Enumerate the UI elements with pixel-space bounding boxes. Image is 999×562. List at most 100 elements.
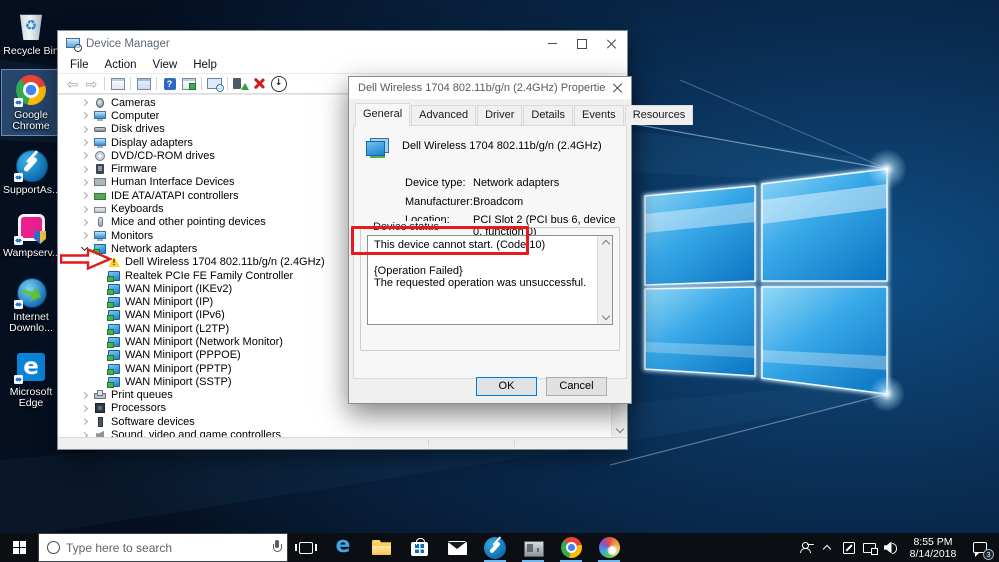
toolbar-button[interactable] — [227, 77, 228, 90]
menu-item[interactable]: Action — [97, 59, 145, 71]
scroll-down-icon[interactable] — [598, 310, 612, 324]
app-icon — [597, 536, 621, 560]
dialog-close-button[interactable] — [605, 77, 631, 99]
desktop-icon[interactable]: Recycle Bin — [2, 6, 60, 60]
device-manager-titlebar[interactable]: Device Manager — [58, 31, 627, 56]
tree-item-label: Network adapters — [111, 242, 198, 255]
search-input[interactable] — [60, 540, 272, 555]
desktop-icon-image — [14, 350, 48, 384]
toolbar-button[interactable] — [82, 75, 101, 92]
microphone-icon[interactable] — [272, 540, 282, 555]
device-manager-icon — [66, 37, 82, 52]
tree-item-label: Cameras — [111, 96, 156, 109]
taskbar-search[interactable] — [38, 533, 288, 562]
shortcut-arrow-icon — [14, 97, 23, 107]
tree-item-label: Print queues — [111, 389, 173, 402]
scroll-down-icon[interactable] — [612, 423, 627, 437]
expand-chevron-icon[interactable] — [80, 138, 90, 148]
device-type-icon — [107, 297, 120, 309]
taskbar-clock[interactable]: 8:55 PM 8/14/2018 — [901, 536, 965, 560]
expand-chevron-icon[interactable] — [80, 177, 90, 187]
toolbar-button[interactable] — [108, 75, 127, 92]
pen-settings-button[interactable] — [838, 533, 859, 562]
cancel-button[interactable]: Cancel — [546, 377, 607, 396]
taskbar-app[interactable] — [438, 533, 476, 562]
menu-item[interactable]: Help — [185, 59, 225, 71]
dialog-tab[interactable]: Advanced — [411, 105, 477, 125]
start-button[interactable] — [0, 533, 38, 562]
expand-chevron-icon[interactable] — [80, 151, 90, 161]
expand-chevron-icon[interactable] — [80, 98, 90, 108]
taskbar-app[interactable] — [552, 533, 590, 562]
shortcut-arrow-icon — [14, 374, 23, 384]
device-type-icon — [94, 177, 106, 187]
toolbar-button[interactable] — [156, 77, 157, 90]
taskbar-app[interactable] — [400, 533, 438, 562]
toolbar-button[interactable] — [269, 75, 288, 92]
dialog-tab[interactable]: Driver — [477, 105, 523, 125]
action-center-button[interactable]: 3 — [965, 533, 995, 562]
close-button[interactable] — [597, 31, 627, 56]
toolbar-button[interactable] — [160, 75, 179, 92]
expand-chevron-icon[interactable] — [80, 217, 90, 227]
toolbar-button[interactable] — [231, 75, 250, 92]
minimize-button[interactable] — [537, 31, 567, 56]
volume-button[interactable] — [880, 533, 901, 562]
dialog-titlebar[interactable]: Dell Wireless 1704 802.11b/g/n (2.4GHz) … — [349, 77, 631, 99]
menu-item[interactable]: File — [62, 59, 97, 71]
task-view-button[interactable] — [288, 533, 324, 562]
toolbar-button[interactable] — [134, 75, 153, 92]
expand-chevron-icon[interactable] — [80, 430, 90, 437]
dialog-tab[interactable]: Details — [523, 105, 574, 125]
dialog-tab[interactable]: Events — [574, 105, 624, 125]
expand-chevron-icon[interactable] — [80, 204, 90, 214]
tree-item[interactable]: Software devices — [58, 415, 611, 428]
desktop-icon[interactable]: Google Chrome — [1, 68, 61, 136]
ok-button[interactable]: OK — [476, 377, 537, 396]
expand-chevron-icon[interactable] — [80, 164, 90, 174]
desktop-icon[interactable]: Internet Downlo... — [2, 272, 60, 337]
expand-chevron-icon[interactable] — [80, 191, 90, 201]
toolbar-button[interactable] — [250, 75, 269, 92]
expand-chevron-icon[interactable] — [80, 231, 90, 241]
status-scrollbar[interactable] — [597, 236, 612, 324]
tree-item-label: Sound, video and game controllers — [111, 429, 281, 437]
people-button[interactable] — [796, 533, 817, 562]
device-type-icon — [107, 270, 120, 282]
expand-chevron-icon[interactable] — [80, 417, 90, 427]
task-view-icon — [295, 541, 317, 554]
taskbar-app[interactable] — [362, 533, 400, 562]
expand-chevron-icon[interactable] — [80, 403, 90, 413]
cortana-icon — [47, 541, 60, 554]
dialog-tab[interactable]: General — [355, 103, 411, 126]
desktop-icon-label: Wampserv... — [3, 247, 61, 259]
toolbar-button[interactable] — [179, 75, 198, 92]
toolbar-button[interactable] — [201, 77, 202, 90]
taskbar-app[interactable] — [324, 533, 362, 562]
taskbar-app[interactable] — [514, 533, 552, 562]
show-hidden-icons-button[interactable] — [817, 533, 838, 562]
device-type-icon — [94, 110, 106, 121]
toolbar-button[interactable] — [130, 77, 131, 90]
desktop-icon[interactable]: SupportAs... — [2, 145, 61, 199]
tree-item-label: Monitors — [111, 229, 154, 242]
taskbar-app[interactable] — [476, 533, 514, 562]
menu-item[interactable]: View — [145, 59, 186, 71]
device-type-icon — [94, 97, 106, 108]
toolbar-button[interactable] — [63, 75, 82, 92]
desktop-icon[interactable]: Microsoft Edge — [2, 347, 60, 412]
toolbar-button[interactable] — [205, 75, 224, 92]
scroll-up-icon[interactable] — [598, 236, 612, 250]
desktop-icon[interactable]: Wampserv... — [2, 208, 61, 262]
maximize-button[interactable] — [567, 31, 597, 56]
tree-item[interactable]: Sound, video and game controllers — [58, 428, 611, 437]
expand-chevron-icon[interactable] — [80, 390, 90, 400]
tree-item-label: Keyboards — [111, 203, 164, 216]
toolbar-button[interactable] — [104, 77, 105, 90]
expand-chevron-icon[interactable] — [80, 124, 90, 134]
expand-chevron-icon[interactable] — [80, 111, 90, 121]
network-button[interactable] — [859, 533, 880, 562]
taskbar-app[interactable] — [590, 533, 628, 562]
dialog-tab[interactable]: Resources — [624, 105, 694, 125]
shortcut-arrow-icon — [14, 172, 23, 182]
